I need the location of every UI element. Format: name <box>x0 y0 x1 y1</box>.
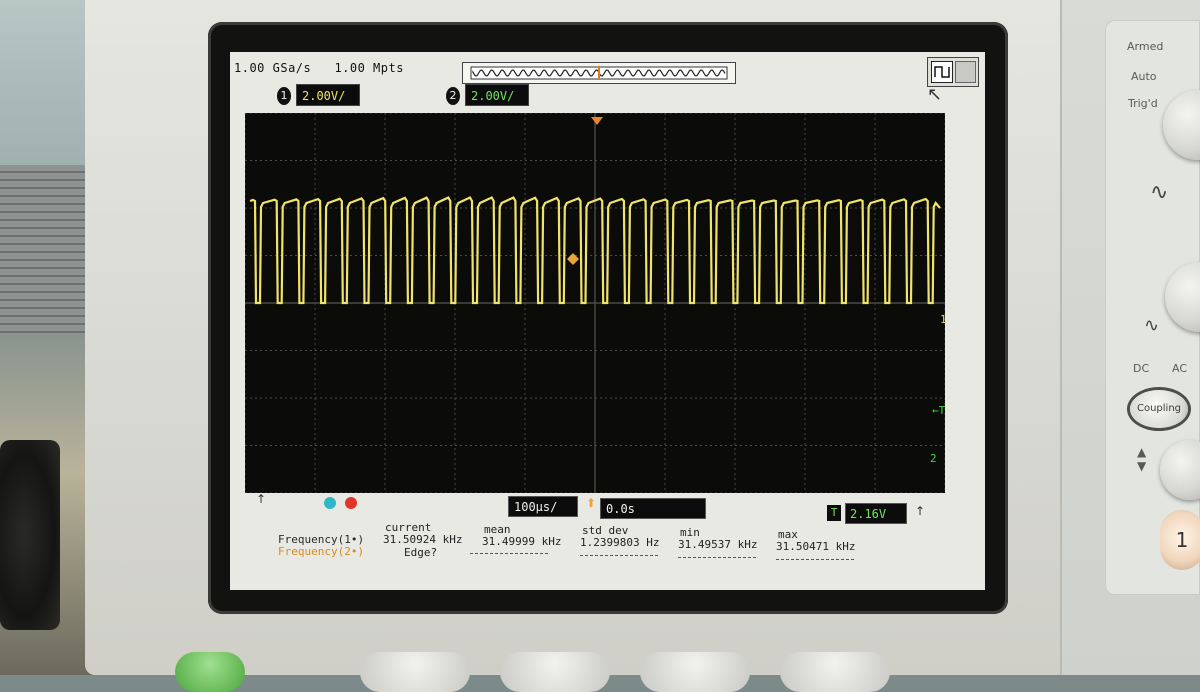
probe-icon <box>955 61 976 83</box>
meas-row-1-mean: 31.49999 kHz <box>482 535 562 548</box>
meas-row-1-current: 31.50924 kHz <box>383 533 463 546</box>
meas-row-1-std-dev: 1.2399803 Hz <box>580 536 660 549</box>
square-wave-icon <box>931 61 953 83</box>
memory-depth: 1.00 Mpts <box>334 61 404 75</box>
delay-box[interactable]: 0.0s <box>600 498 706 519</box>
wave-icon-1: ∿ <box>1150 180 1169 205</box>
trigd-label: Trig'd <box>1128 97 1158 110</box>
divider <box>470 553 548 554</box>
trigger-icon: T <box>827 505 841 521</box>
run-status-dots <box>324 494 361 513</box>
trigger-position-marker <box>591 117 603 125</box>
delay-icon: ⬆ <box>585 496 597 510</box>
channel-2-badge[interactable]: 2 <box>446 87 460 105</box>
timebase-box[interactable]: 100µs/ <box>508 496 578 517</box>
trigger-level-marker: ←T <box>932 404 946 417</box>
red-dot-icon <box>345 497 358 509</box>
channel-1-ground-marker: 1 <box>940 313 947 326</box>
meas-row-1-min: 31.49537 kHz <box>678 538 758 551</box>
memory-bar <box>462 62 736 84</box>
channel-1-badge[interactable]: 1 <box>277 87 291 105</box>
auto-label: Auto <box>1131 70 1157 83</box>
softkey-1[interactable] <box>360 652 470 692</box>
ch1-offset-marker <box>567 253 579 265</box>
scroll-up-icon-right[interactable]: ↑ <box>915 504 925 518</box>
sample-rate: 1.00 GSa/s <box>234 61 312 75</box>
waveform-display[interactable] <box>245 113 945 493</box>
meas-row-2-label[interactable]: Frequency(2•) <box>278 545 364 558</box>
channel-2-scale[interactable]: 2.00V/ <box>465 84 529 106</box>
ac-label: AC <box>1172 362 1188 375</box>
mouse-pointer-icon: ↖ <box>927 84 943 105</box>
softkey-2[interactable] <box>500 652 610 692</box>
channel-1-scale[interactable]: 2.00V/ <box>296 84 360 106</box>
background-object <box>0 440 60 630</box>
scroll-up-icon[interactable]: ↑ <box>256 492 266 506</box>
power-button[interactable] <box>175 652 245 692</box>
softkey-4[interactable] <box>780 652 890 692</box>
channel-1-button[interactable]: 1 <box>1160 510 1200 570</box>
divider <box>776 559 854 560</box>
coupling-button[interactable]: Coupling <box>1130 390 1188 428</box>
softkey-row <box>170 640 1050 692</box>
acquisition-status: 1.00 GSa/s 1.00 Mpts <box>234 61 404 75</box>
graticule <box>245 113 945 493</box>
cyan-dot-icon <box>324 497 336 509</box>
up-down-icon: ▲ ▼ <box>1137 445 1147 473</box>
run-mode-icon[interactable] <box>927 57 979 87</box>
divider <box>580 555 658 556</box>
background-rack <box>0 165 95 335</box>
channel-2-ground-marker: 2 <box>930 452 937 465</box>
meas-row-1-max: 31.50471 kHz <box>776 540 856 553</box>
wave-icon-2: ∿ <box>1144 315 1160 336</box>
dc-label: DC <box>1133 362 1150 375</box>
divider <box>678 557 756 558</box>
meas-row-2-current: Edge? <box>404 546 438 559</box>
softkey-3[interactable] <box>640 652 750 692</box>
trigger-level-box[interactable]: 2.16V <box>845 503 907 524</box>
armed-label: Armed <box>1127 40 1164 53</box>
